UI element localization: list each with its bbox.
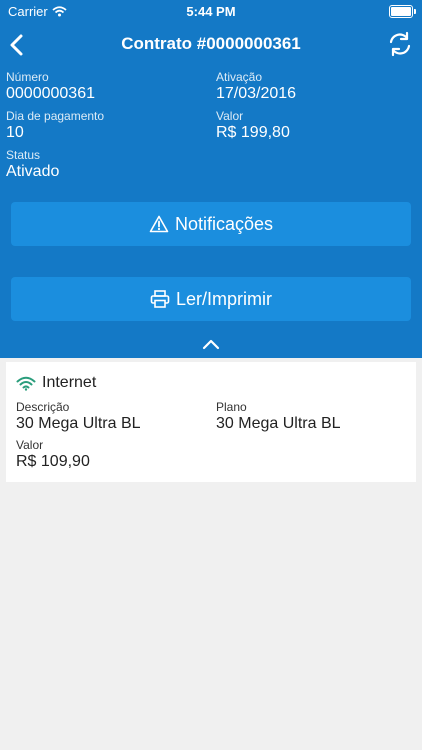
plano-label: Plano <box>216 400 247 414</box>
ler-imprimir-label: Ler/Imprimir <box>175 288 272 309</box>
clock: 5:44 PM <box>186 4 236 19</box>
notificacoes-label: Notificações <box>174 213 274 234</box>
ativacao-field: Ativação 17/03/2016 <box>216 70 296 104</box>
descricao-value: 30 Mega Ultra BL <box>16 415 141 432</box>
status-value: Ativado <box>6 163 60 180</box>
valor-field: Valor R$ 199,80 <box>216 109 290 143</box>
dia-pagamento-label: Dia de pagamento <box>6 109 105 123</box>
plano-field: Plano 30 Mega Ultra BL <box>216 400 341 434</box>
valor-label: Valor <box>216 109 244 123</box>
dia-pagamento-field: Dia de pagamento 10 <box>6 109 104 143</box>
service-valor-field: Valor R$ 109,90 <box>16 438 90 472</box>
plano-value: 30 Mega Ultra BL <box>216 415 341 432</box>
warning-icon <box>149 215 169 233</box>
descricao-field: Descrição 30 Mega Ultra BL <box>16 400 141 434</box>
descricao-label: Descrição <box>16 400 70 414</box>
numero-value: 0000000361 <box>6 85 95 102</box>
ativacao-value: 17/03/2016 <box>216 85 297 102</box>
printer-icon <box>150 290 170 308</box>
numero-label: Número <box>6 70 49 84</box>
service-valor-value: R$ 109,90 <box>16 453 90 470</box>
battery-icon <box>389 5 416 18</box>
dia-pagamento-value: 10 <box>6 124 24 141</box>
page-title: Contrato #0000000361 <box>121 34 301 53</box>
valor-value: R$ 199,80 <box>216 124 290 141</box>
ativacao-label: Ativação <box>216 70 263 84</box>
service-title-label: Internet <box>42 374 97 391</box>
status-label: Status <box>6 148 41 162</box>
ler-imprimir-button[interactable]: Ler/Imprimir <box>11 277 411 321</box>
chevron-up-icon[interactable] <box>201 338 221 350</box>
contract-header: Carrier 5:44 PM Contrato #0000000361 Núm… <box>0 0 422 358</box>
service-valor-label: Valor <box>16 438 44 452</box>
wifi-icon <box>16 376 36 391</box>
service-title: Internet <box>16 374 96 392</box>
status-field: Status Ativado <box>6 148 59 182</box>
refresh-button[interactable] <box>386 30 414 58</box>
status-bar: Carrier 5:44 PM <box>0 0 422 24</box>
numero-field: Número 0000000361 <box>6 70 95 104</box>
navigation-bar: Contrato #0000000361 <box>0 28 422 62</box>
notificacoes-button[interactable]: Notificações <box>11 202 411 246</box>
service-card: Internet Descrição 30 Mega Ultra BL Plan… <box>6 362 416 482</box>
